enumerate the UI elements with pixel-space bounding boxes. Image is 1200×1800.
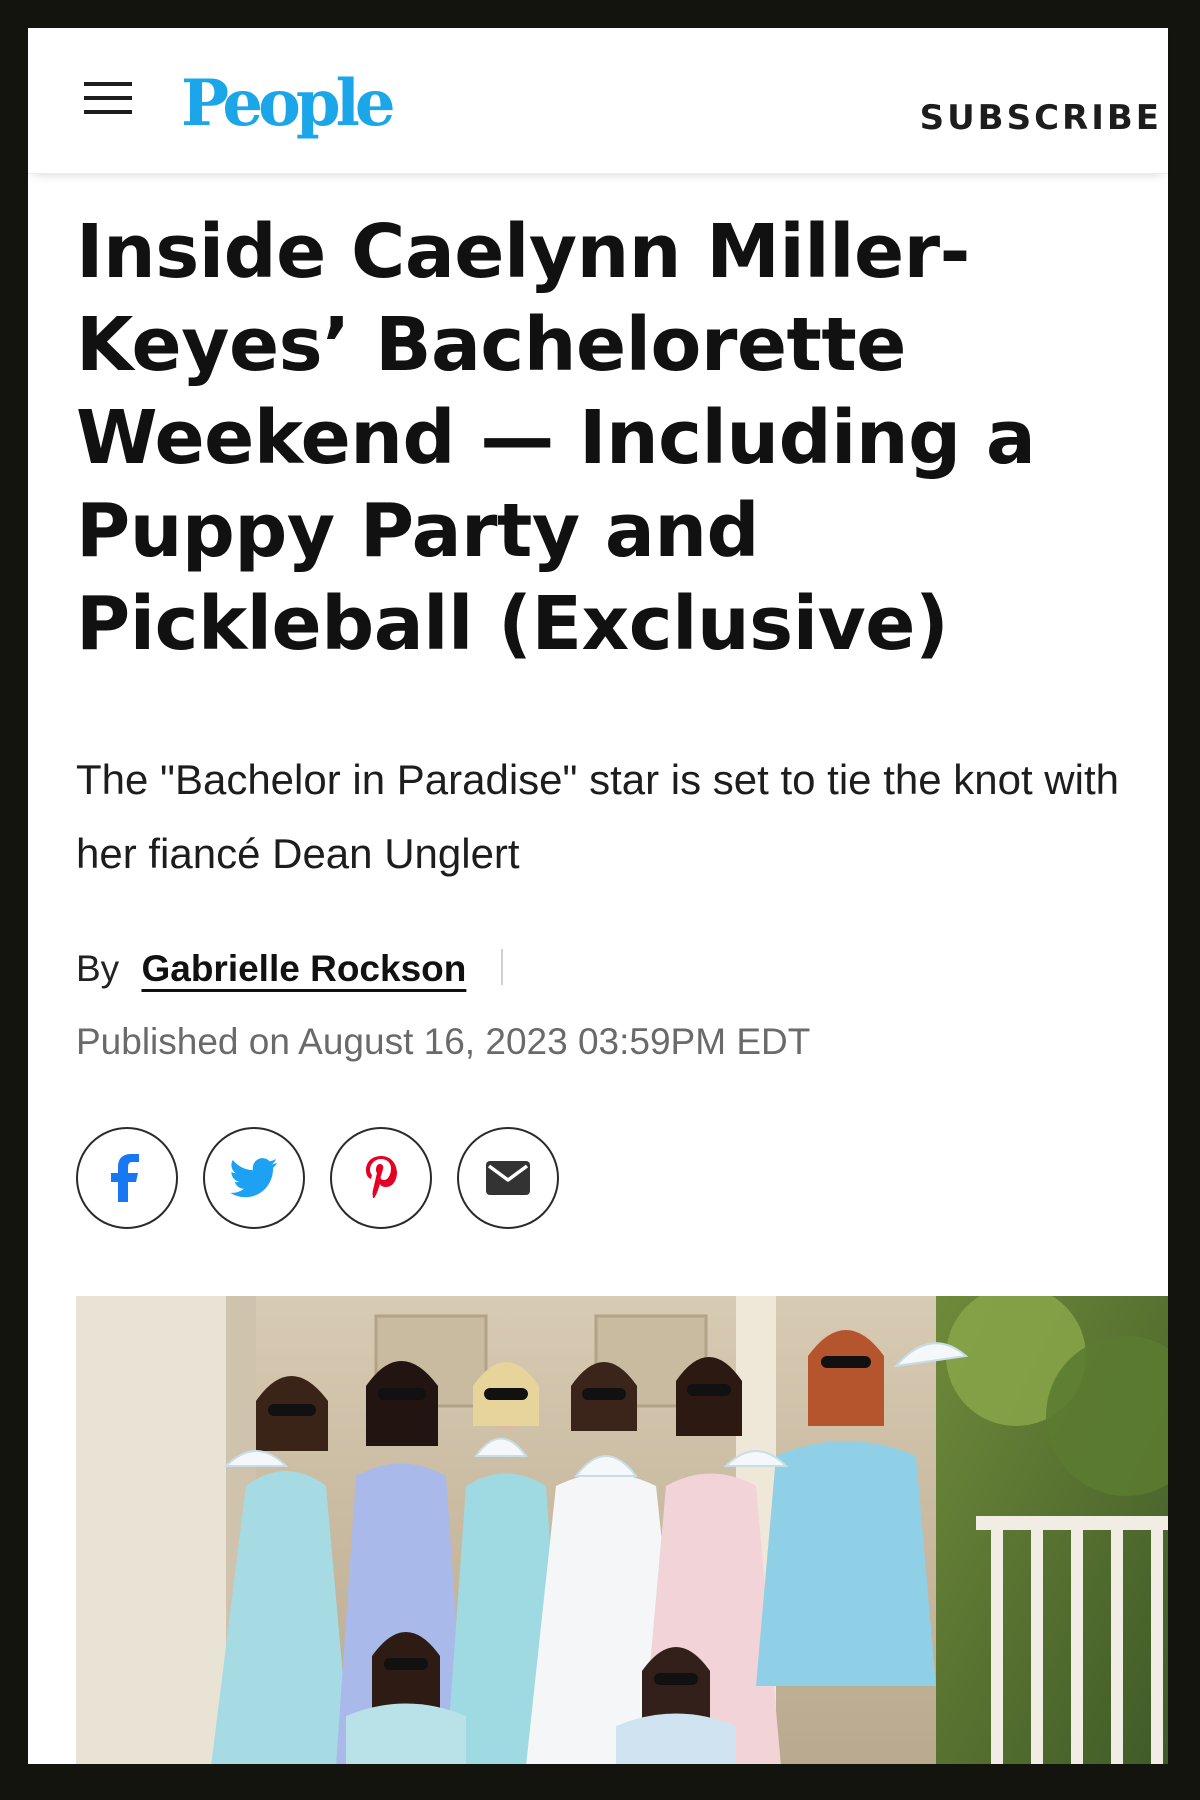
- share-pinterest-button[interactable]: [330, 1127, 432, 1229]
- publish-date: Published on August 16, 2023 03:59PM EDT: [76, 1021, 811, 1062]
- share-twitter-button[interactable]: [203, 1127, 305, 1229]
- screen-edge: [1168, 28, 1176, 1764]
- byline-prefix: By: [76, 948, 120, 989]
- article-headline: Inside Caelynn Miller-Keyes’ Bachelorett…: [76, 209, 1036, 667]
- byline-divider: [500, 949, 503, 985]
- share-email-button[interactable]: [457, 1127, 559, 1229]
- phone-screen: People SUBSCRIBE Inside Caelynn Miller-K…: [28, 28, 1176, 1764]
- article-hero-photo[interactable]: [76, 1296, 1168, 1764]
- pinterest-icon: [366, 1156, 397, 1198]
- people-logo[interactable]: People: [181, 54, 396, 154]
- facebook-icon: [111, 1154, 139, 1202]
- share-facebook-button[interactable]: [76, 1127, 178, 1229]
- byline: By Gabrielle Rockson: [76, 948, 503, 990]
- email-icon: [486, 1161, 530, 1195]
- hamburger-menu-icon[interactable]: [84, 78, 132, 118]
- article-dek: The "Bachelor in Paradise" star is set t…: [76, 756, 1119, 877]
- twitter-icon: [230, 1158, 278, 1198]
- group-photo: [76, 1296, 1168, 1764]
- subscribe-button[interactable]: SUBSCRIBE: [920, 98, 1162, 138]
- site-header: People SUBSCRIBE: [28, 28, 1168, 174]
- author-link[interactable]: Gabrielle Rockson: [141, 948, 466, 989]
